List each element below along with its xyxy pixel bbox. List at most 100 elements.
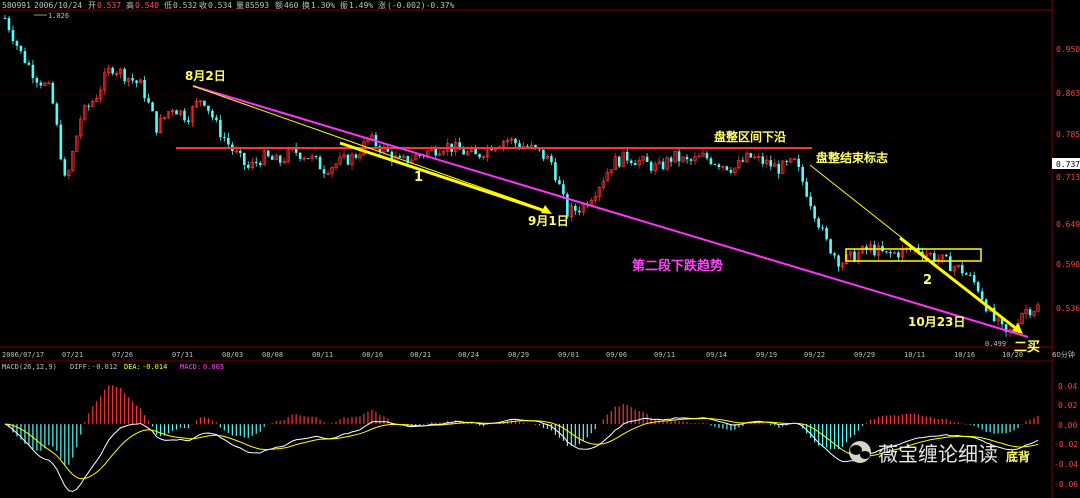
candle-body (270, 156, 274, 160)
date-tick: 08/24 (458, 351, 479, 359)
macd-value: 0.005 (203, 363, 224, 371)
candle-body (534, 145, 537, 148)
candle-body (749, 153, 753, 158)
candle-body (183, 110, 186, 121)
candle-body (633, 163, 637, 165)
candle-body (817, 218, 820, 228)
candle-body (11, 30, 15, 42)
high-label: 高 (126, 0, 134, 10)
candle-body (462, 149, 465, 155)
candle-body (298, 152, 302, 159)
turnover-label: 换 (302, 0, 310, 10)
date-tick: 09/06 (606, 351, 627, 359)
annotation-second-leg: 第二段下跌趋势 (632, 258, 723, 274)
macd-label: MACD: (180, 363, 201, 371)
candle-body (55, 103, 59, 125)
open-label: 开 (88, 1, 96, 10)
candle-body (203, 100, 206, 106)
date-tick: 09/19 (756, 351, 777, 359)
candle-body (207, 105, 210, 111)
date-tick: 09/22 (804, 351, 825, 359)
candle-body (741, 160, 745, 162)
price-tick: 0.713 (1056, 173, 1080, 182)
candle-body (725, 166, 729, 171)
close-label: 收 (199, 0, 207, 10)
price-tick: 0.590 (1056, 260, 1080, 269)
candle-body (833, 253, 836, 256)
candle-body (123, 69, 126, 82)
annotation-aug2: 8月2日 (185, 69, 226, 83)
candle-body (550, 156, 553, 163)
candle-body (809, 196, 812, 207)
date-tick: 08/03 (222, 351, 243, 359)
date-tick: 09/11 (654, 351, 675, 359)
candle-body (801, 166, 804, 182)
candle-body (661, 161, 665, 170)
candle-body (187, 120, 190, 123)
date-tick: 08/08 (262, 351, 283, 359)
candle-body (713, 164, 717, 166)
candle-body (346, 154, 350, 165)
candle-body (518, 143, 521, 148)
candle-body (574, 205, 577, 211)
candle-body (478, 154, 481, 158)
candle-body (885, 251, 888, 253)
candle-body (434, 148, 438, 156)
candle-body (474, 149, 477, 155)
annotation-macd-note: 底背 (1006, 449, 1030, 464)
candle-body (685, 156, 689, 160)
turnover-value: 1.30% (311, 1, 335, 10)
date-tick: 09/29 (854, 351, 875, 359)
candle-body (398, 156, 402, 158)
candle-body (960, 265, 964, 274)
amount-value: 460 (284, 1, 299, 10)
candle-body (554, 162, 557, 181)
candle-body (314, 156, 318, 158)
diff-label: DIFF: (70, 363, 91, 371)
watermark-text: 薇宝缠论细读 (878, 442, 998, 466)
candle-body (258, 162, 262, 165)
candle-body (306, 158, 310, 160)
macd-tick: 0.02 (1058, 401, 1077, 410)
annotation-range-end: 盘整结束标志 (816, 150, 888, 165)
candle-body (542, 149, 545, 159)
candle-body (35, 78, 39, 83)
candle-body (813, 206, 816, 219)
candle-body (825, 228, 828, 240)
candle-body (578, 210, 581, 213)
candle-body (111, 68, 114, 74)
candle-body (239, 150, 242, 153)
candle-body (278, 155, 282, 163)
candle-body (777, 163, 781, 174)
candle-body (155, 111, 158, 133)
candle-body (59, 124, 63, 160)
macd-tick: 0.04 (1058, 382, 1077, 391)
candle-body (19, 45, 23, 52)
candle-body (558, 180, 561, 185)
date-tick: 08/11 (312, 351, 333, 359)
macd-tick: -0.04 (1054, 460, 1078, 469)
candle-body (175, 110, 178, 115)
candle-body (964, 273, 968, 275)
amplitude-value: 1.49% (349, 1, 373, 10)
candle-body (677, 151, 681, 162)
amplitude-label: 振 (340, 0, 348, 10)
interval-label: 60分钟 (1052, 350, 1075, 359)
candle-body (805, 181, 808, 197)
annotation-oct23: 10月23日 (908, 315, 965, 329)
candle-body (87, 105, 91, 107)
candle-body (761, 156, 765, 164)
dea-value: -0.014 (142, 363, 167, 371)
low-extreme-label: 0.499 (985, 340, 1006, 348)
candle-body (769, 160, 773, 167)
candle-body (3, 17, 7, 19)
price-tick: 0.785 (1056, 130, 1080, 139)
low-label: 低 (164, 0, 172, 10)
low-value: 0.532 (173, 1, 197, 10)
date-tick: 10/11 (904, 351, 925, 359)
candle-body (246, 164, 250, 168)
candle-body (853, 251, 856, 262)
candle-body (219, 119, 222, 138)
candle-body (785, 161, 789, 163)
candle-body (829, 239, 832, 254)
